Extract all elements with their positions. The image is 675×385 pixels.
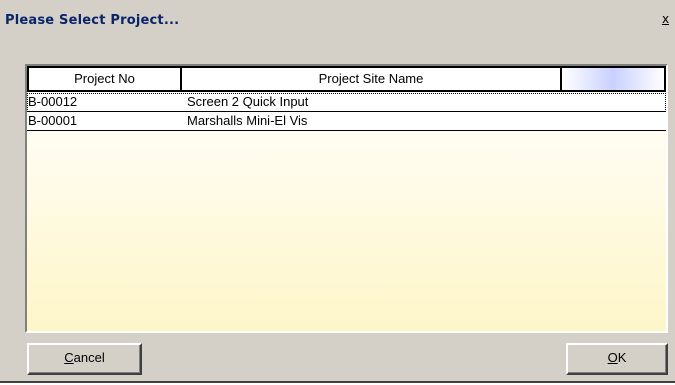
column-header-extra[interactable] (561, 66, 666, 92)
title-bar[interactable]: Please Select Project... x (0, 0, 675, 36)
project-no-cell: B-00012 (28, 94, 78, 109)
extra-cell (561, 93, 666, 111)
table-row[interactable]: B-00001 Marshalls Mini-El Vis (27, 112, 666, 131)
close-icon[interactable]: x (659, 12, 672, 27)
ok-button-label: OK (607, 350, 627, 365)
list-rows: B-00012 Screen 2 Quick Input B-00001 Mar… (27, 93, 666, 131)
cancel-button[interactable]: Cancel (27, 343, 142, 375)
ok-button[interactable]: OK (566, 343, 668, 375)
column-header-project-site-name[interactable]: Project Site Name (181, 66, 561, 92)
extra-cell (561, 112, 666, 130)
project-site-name-cell: Marshalls Mini-El Vis (187, 113, 308, 128)
dialog-title: Please Select Project... (5, 13, 180, 28)
list-header: Project No Project Site Name (27, 66, 666, 92)
select-project-dialog: Please Select Project... x Project No Pr… (0, 0, 675, 383)
project-site-name-cell: Screen 2 Quick Input (187, 94, 309, 109)
cancel-button-label: Cancel (64, 350, 105, 365)
table-row[interactable]: B-00012 Screen 2 Quick Input (27, 93, 666, 112)
project-no-cell: B-00001 (28, 113, 78, 128)
column-header-project-no[interactable]: Project No (27, 66, 181, 92)
project-list[interactable]: Project No Project Site Name B-00012 Scr… (25, 64, 668, 333)
